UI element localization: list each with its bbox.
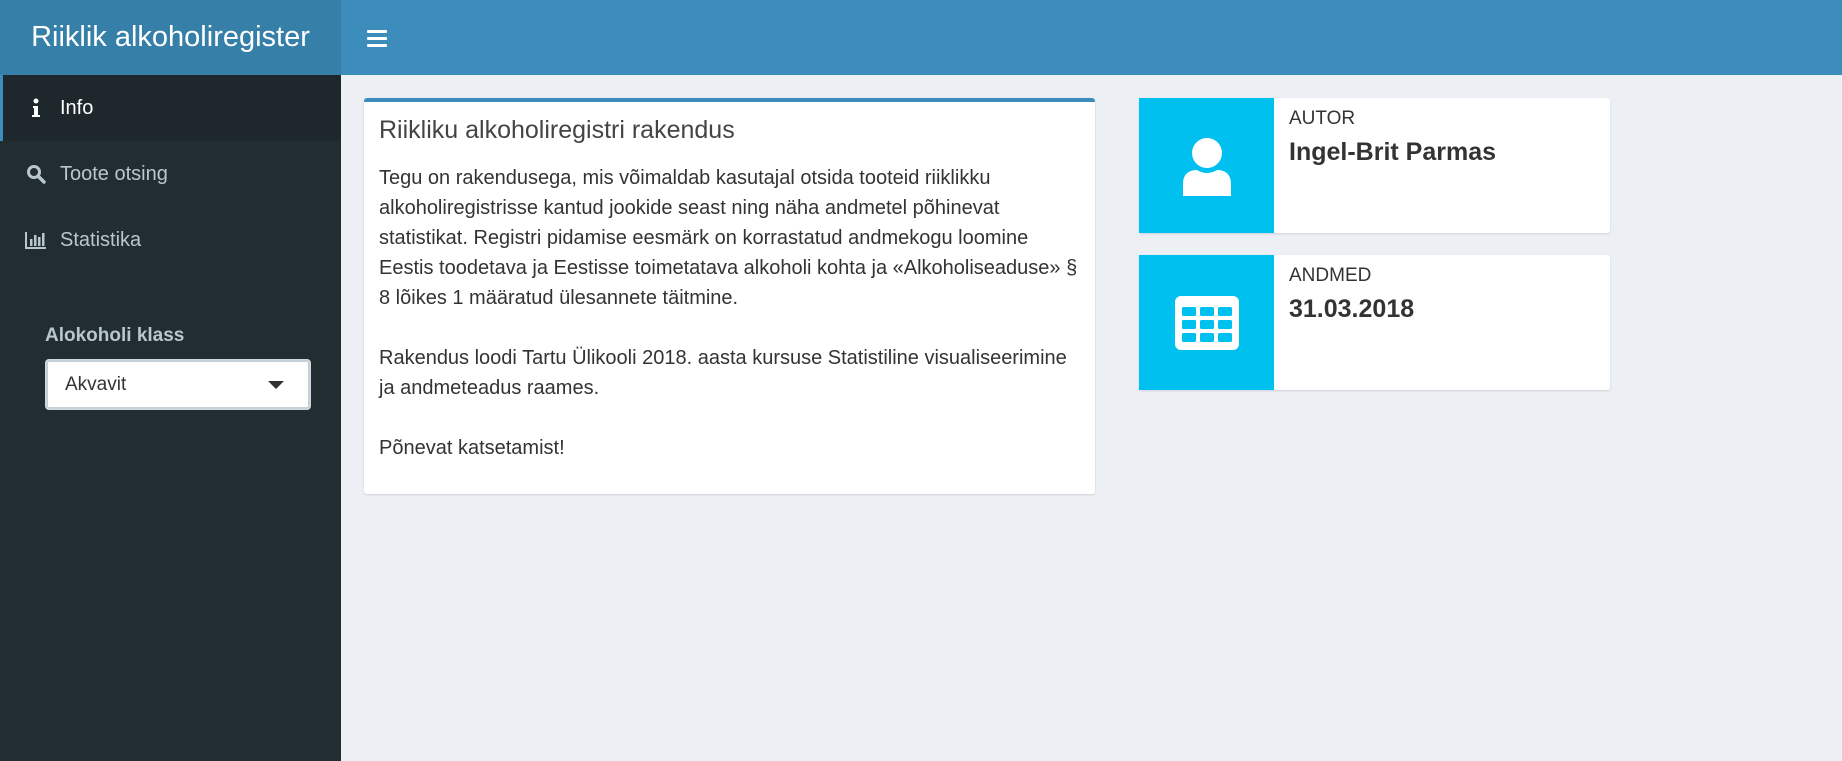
search-icon [25, 163, 47, 185]
sidebar: Info Toote otsing Statistika Alokoholi k… [0, 75, 341, 761]
info-box-text: Autor [1289, 108, 1356, 129]
description-paragraph: Tegu on rakendusega, mis võimaldab kasut… [379, 167, 1078, 309]
menu-toggle-icon[interactable] [361, 23, 393, 53]
sidebar-item-label: Toote otsing [60, 162, 168, 185]
info-box-value: Ingel-Brit Parmas [1289, 138, 1497, 166]
alcohol-class-selected: Akvavit [65, 373, 127, 395]
data-info-box: Andmed 31.03.2018 [1139, 255, 1610, 390]
user-icon [1139, 98, 1274, 233]
sidebar-item-label: Statistika [60, 228, 142, 251]
sidebar-item-label: Info [60, 96, 94, 119]
sidebar-item-toote-otsing[interactable]: Toote otsing [0, 141, 341, 207]
table-icon [1139, 255, 1274, 390]
alcohol-class-label: Alokoholi klass [45, 325, 185, 346]
sidebar-item-info[interactable]: Info [0, 75, 341, 141]
box-title: Riikliku alkoholiregistri rakendus [379, 116, 735, 144]
info-icon [25, 97, 47, 119]
author-info-box: Autor Ingel-Brit Parmas [1139, 98, 1610, 233]
closing-paragraph: Põnevat katsetamist! [379, 437, 565, 459]
course-paragraph: Rakendus loodi Tartu Ülikooli 2018. aast… [379, 347, 1067, 399]
sidebar-item-statistika[interactable]: Statistika [0, 207, 341, 273]
app-title[interactable]: Riiklik alkoholiregister [0, 0, 341, 75]
info-box-text: Andmed [1289, 265, 1372, 286]
app-info-box: Riikliku alkoholiregistri rakendus Tegu … [364, 98, 1095, 494]
info-box-value: 31.03.2018 [1289, 295, 1415, 323]
box-body: Tegu on rakendusega, mis võimaldab kasut… [379, 163, 1080, 463]
bar-chart-icon [25, 229, 47, 251]
alcohol-class-select[interactable]: Akvavit [45, 359, 311, 410]
chevron-down-icon [268, 380, 284, 389]
top-navbar [341, 0, 1842, 75]
